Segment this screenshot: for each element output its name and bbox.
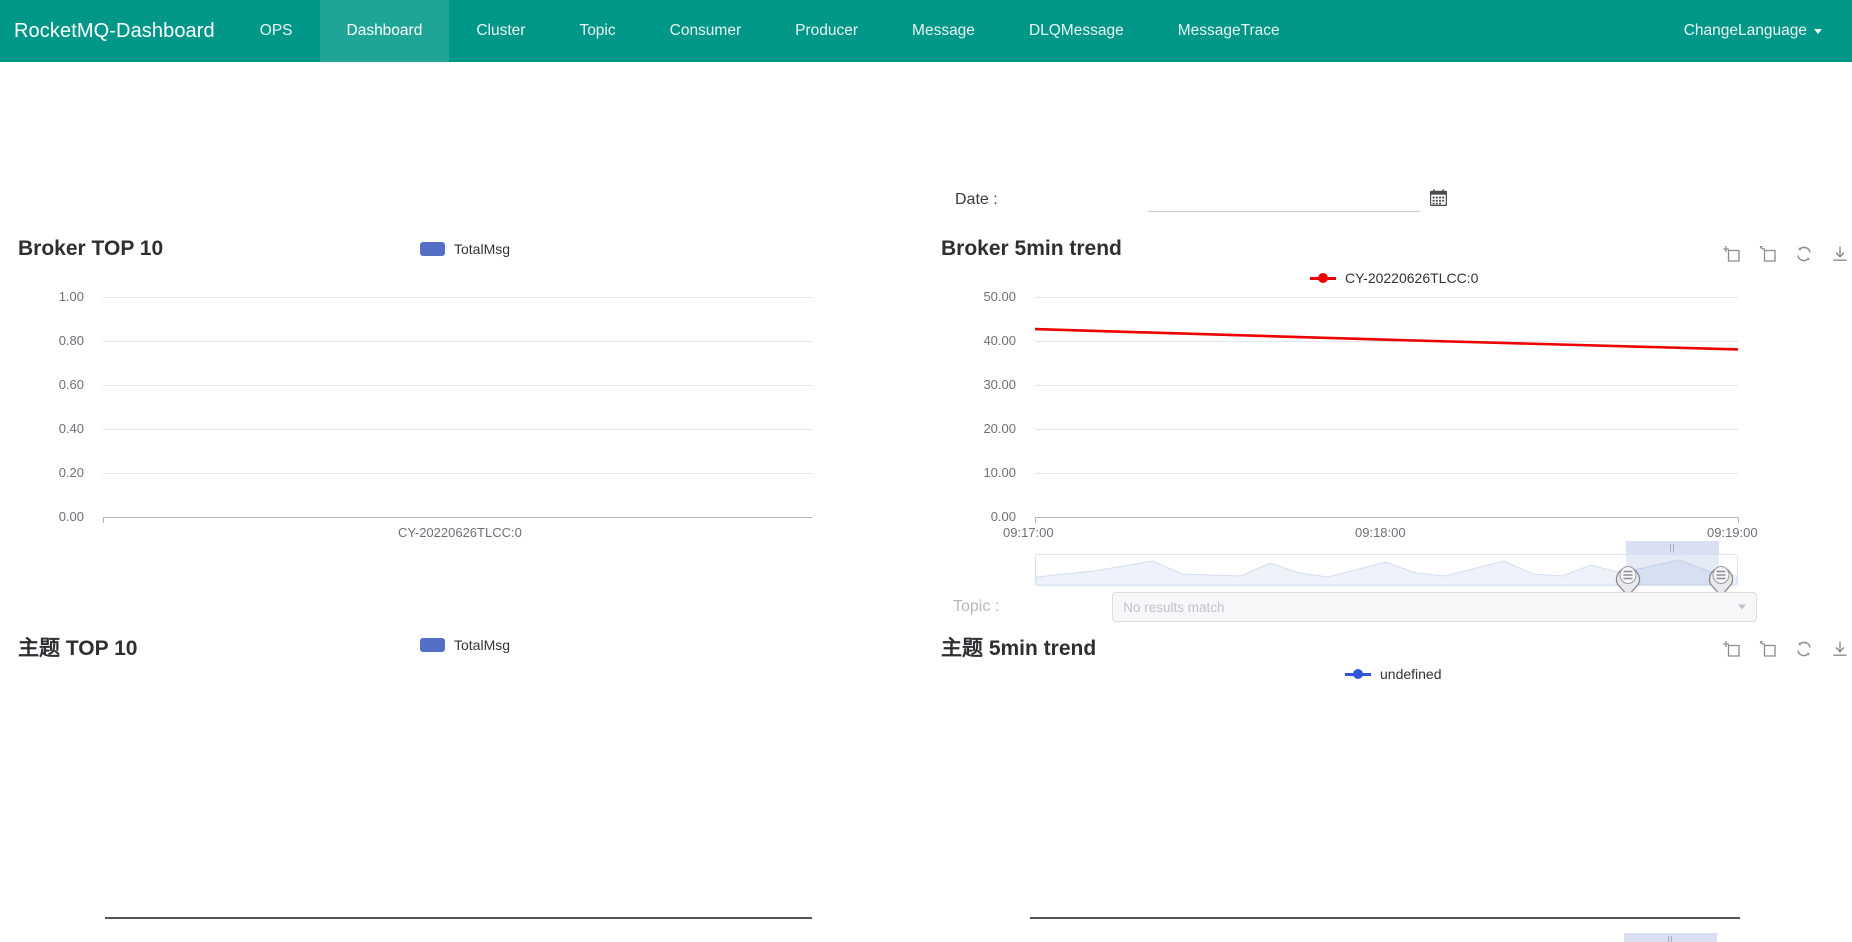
nav-item-message[interactable]: Message xyxy=(885,0,1002,62)
nav-item-cluster[interactable]: Cluster xyxy=(449,0,552,62)
change-language-menu[interactable]: ChangeLanguage xyxy=(1684,22,1822,40)
nav-item-producer[interactable]: Producer xyxy=(768,0,885,62)
datazoom-range-label-topic: || xyxy=(1624,933,1717,942)
brand-logo[interactable]: RocketMQ-Dashboard xyxy=(0,0,233,62)
nav-item-dlqmessage[interactable]: DLQMessage xyxy=(1002,0,1151,62)
topic-5min-trend-chart xyxy=(0,62,1852,942)
nav-items: OPS Dashboard Cluster Topic Consumer Pro… xyxy=(233,0,1307,62)
chevron-down-icon xyxy=(1814,28,1822,34)
topic-5min-trend-axis-line xyxy=(1030,917,1740,919)
dashboard-page: Date : Broker TOP 10 TotalMsg 1.00 0.80 … xyxy=(0,62,1852,942)
nav-item-consumer[interactable]: Consumer xyxy=(643,0,769,62)
nav-item-messagetrace[interactable]: MessageTrace xyxy=(1151,0,1307,62)
main-navbar: RocketMQ-Dashboard OPS Dashboard Cluster… xyxy=(0,0,1852,62)
nav-item-ops[interactable]: OPS xyxy=(233,0,320,62)
navbar-right: ChangeLanguage xyxy=(1684,0,1852,62)
change-language-label: ChangeLanguage xyxy=(1683,22,1807,39)
nav-item-topic[interactable]: Topic xyxy=(552,0,642,62)
nav-item-dashboard[interactable]: Dashboard xyxy=(319,0,450,62)
